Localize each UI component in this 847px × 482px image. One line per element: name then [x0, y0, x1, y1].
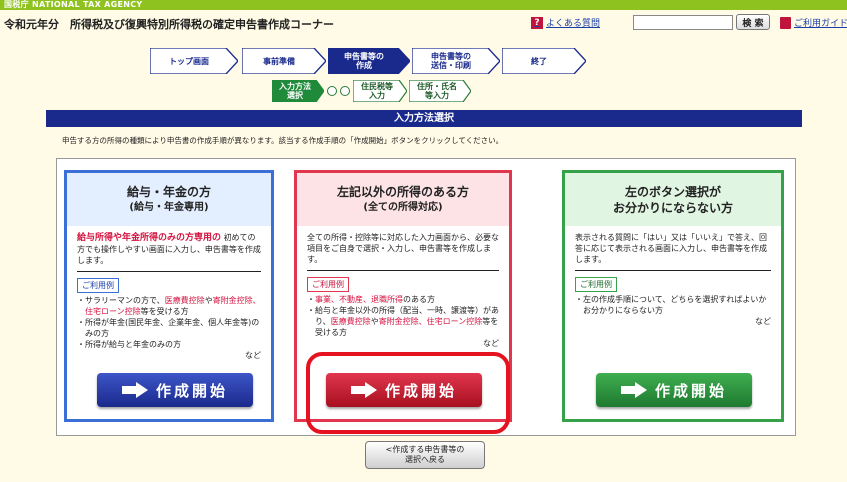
arrow-right-icon — [121, 382, 148, 398]
step-label: 申告書等の 作成 — [344, 52, 384, 70]
step-preparation: 事前準備 — [242, 48, 326, 74]
step-label: 事前準備 — [263, 56, 295, 66]
card-subtitle: (全ての所得対応) — [363, 201, 443, 213]
usage-badge: ご利用例 — [575, 277, 617, 292]
guide-link[interactable]: ご利用ガイド — [780, 16, 847, 29]
usage-badge: ご利用例 — [77, 278, 119, 293]
substep-label: 住所・氏名 等入力 — [417, 82, 457, 100]
substep-input-method: 入力方法 選択 — [271, 79, 325, 103]
card-body: 全ての所得・控除等に対応した入力画面から、必要な項目をご自身で選択・入力し、申告… — [297, 226, 509, 349]
card-subtitle: (給与・年金専用) — [129, 201, 209, 213]
card-body: 表示される質問に「はい」又は「いいえ」で答え、回答に応じて表示される画面に入力し… — [565, 226, 781, 327]
instruction-text: 申告する方の所得の種類により申告書の作成手順が異なります。該当する作成手順の「作… — [62, 136, 504, 145]
divider — [77, 271, 261, 272]
faq-link[interactable]: ? よくある質問 — [531, 16, 600, 29]
card-lead: 表示される質問に「はい」又は「いいえ」で答え、回答に応じて表示される画面に入力し… — [575, 233, 767, 264]
question-icon: ? — [531, 16, 543, 29]
start-button-unsure[interactable]: 作成開始 — [596, 373, 752, 407]
usage-example: ・所得が給与と年金のみの方 — [77, 340, 181, 349]
card-lead: 全ての所得・控除等に対応した入力画面から、必要な項目をご自身で選択・入力し、申告… — [307, 233, 499, 264]
header: 令和元年分 所得税及び復興特別所得税の確定申告書作成コーナー ? よくある質問 … — [0, 10, 847, 36]
arrow-right-icon — [620, 382, 647, 398]
start-button-label: 作成開始 — [384, 381, 457, 400]
faq-label: よくある質問 — [546, 19, 601, 29]
usage-example: ・事業、不動産、退職所得のある方 — [307, 295, 435, 304]
step-send-print: 申告書等の 送信・印刷 — [412, 48, 500, 74]
progress-dot — [327, 86, 337, 96]
card-lead: 給与所得や年金所得のみの方専用の 初めての方でも操作しやすい画面に入力し、申告書… — [77, 232, 261, 266]
card-title: 左のボタン選択が — [624, 184, 721, 199]
substep-address: 住所・氏名 等入力 — [408, 79, 472, 103]
card-header: 給与・年金の方 (給与・年金専用) — [67, 173, 271, 226]
usage-examples: ・サラリーマンの方で、医療費控除や寄附金控除、住宅ローン控除等を受ける方 ・所得… — [77, 295, 261, 361]
guide-label: ご利用ガイド — [794, 19, 847, 29]
step-top: トップ画面 — [150, 48, 238, 74]
step-end: 終了 — [502, 48, 586, 74]
substep-label: 住民税等 入力 — [361, 82, 393, 100]
agency-bar: 国税庁 NATIONAL TAX AGENCY — [0, 0, 847, 10]
card-header: 左のボタン選択が お分かりにならない方 — [565, 173, 781, 226]
usage-examples: ・左の作成手順について、どちらを選択すればよいかお分かりにならない方 など — [575, 294, 771, 327]
divider — [575, 270, 771, 271]
step-label: 申告書等の 送信・印刷 — [431, 52, 471, 70]
progress-dot — [340, 86, 350, 96]
step-create: 申告書等の 作成 — [328, 48, 410, 74]
etc-label: など — [755, 317, 771, 326]
usage-example: ・サラリーマンの方で、医療費控除や寄附金控除、住宅ローン控除等を受ける方 — [77, 296, 261, 316]
card-title-line2: お分かりにならない方 — [612, 200, 733, 215]
usage-example: ・給与と年金以外の所得（配当、一時、譲渡等）があり、医療費控除や寄附金控除、住宅… — [307, 306, 499, 337]
start-button-other[interactable]: 作成開始 — [326, 373, 482, 407]
usage-badge: ご利用例 — [307, 277, 349, 292]
etc-label: など — [245, 351, 261, 360]
card-header: 左記以外の所得のある方 (全ての所得対応) — [297, 173, 509, 226]
substep-label: 入力方法 選択 — [279, 82, 311, 100]
substep-resident-tax: 住民税等 入力 — [352, 79, 408, 103]
agency-name: 国税庁 NATIONAL TAX AGENCY — [4, 0, 143, 9]
start-button-label: 作成開始 — [654, 381, 727, 400]
start-button-label: 作成開始 — [155, 381, 228, 400]
search-button[interactable]: 検 索 — [736, 14, 770, 30]
search-input[interactable] — [633, 15, 733, 30]
page-title: 令和元年分 所得税及び復興特別所得税の確定申告書作成コーナー — [4, 18, 334, 31]
divider — [307, 270, 499, 271]
usage-examples: ・事業、不動産、退職所得のある方 ・給与と年金以外の所得（配当、一時、譲渡等）が… — [307, 294, 499, 349]
step-label: 終了 — [531, 56, 547, 66]
card-lead-highlight: 給与所得や年金所得のみの方専用の — [77, 233, 222, 243]
start-button-salary[interactable]: 作成開始 — [97, 373, 253, 407]
etc-label: など — [483, 339, 499, 348]
book-icon — [780, 16, 791, 29]
usage-example: ・所得が年金(国民年金、企業年金、個人年金等)のみの方 — [77, 318, 260, 338]
usage-example: ・左の作成手順について、どちらを選択すればよいかお分かりにならない方 — [575, 295, 767, 315]
card-body: 給与所得や年金所得のみの方専用の 初めての方でも操作しやすい画面に入力し、申告書… — [67, 226, 271, 361]
arrow-right-icon — [350, 382, 377, 398]
step-label: トップ画面 — [169, 56, 209, 66]
section-title: 入力方法選択 — [46, 110, 802, 127]
card-title: 給与・年金の方 — [126, 184, 211, 199]
card-title: 左記以外の所得のある方 — [336, 184, 469, 199]
back-button[interactable]: <作成する申告書等の 選択へ戻る — [365, 441, 485, 469]
